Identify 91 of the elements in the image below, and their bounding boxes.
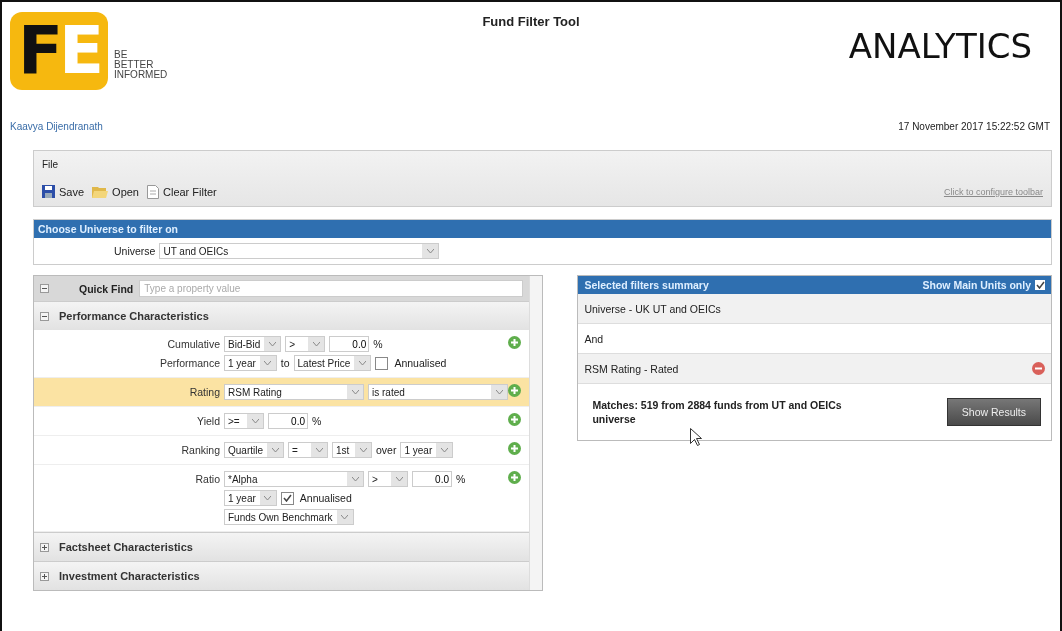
caret-icon bbox=[268, 342, 276, 346]
dropdown[interactable]: Latest Price bbox=[293, 355, 372, 371]
dropdown[interactable]: >= bbox=[224, 413, 264, 429]
unit-label: to bbox=[280, 357, 290, 369]
caret-icon bbox=[359, 448, 367, 452]
brand-name: ANALYTICS bbox=[848, 25, 1033, 66]
folder-icon bbox=[92, 185, 109, 198]
dropdown[interactable]: = bbox=[288, 442, 328, 458]
dropdown[interactable]: 1 year bbox=[224, 490, 277, 506]
show-results-button[interactable]: Show Results bbox=[946, 398, 1041, 426]
dropdown[interactable]: Bid-Bid bbox=[224, 336, 282, 352]
dropdown[interactable]: Quartile bbox=[224, 442, 284, 458]
remove-icon[interactable] bbox=[1032, 362, 1045, 375]
caret-icon bbox=[251, 419, 259, 423]
filter-label: Ranking bbox=[181, 444, 220, 456]
section-header[interactable]: Investment Characteristics bbox=[34, 561, 530, 590]
unit-label: over bbox=[376, 444, 397, 456]
menu-item[interactable]: File bbox=[42, 158, 59, 170]
caret-icon bbox=[351, 390, 359, 394]
add-icon[interactable] bbox=[508, 384, 522, 397]
section-header[interactable]: Performance Characteristics bbox=[34, 301, 530, 330]
caret-icon bbox=[264, 496, 272, 500]
field-label: Quick Find bbox=[79, 282, 134, 295]
toolbar-button[interactable]: Save bbox=[42, 185, 85, 198]
caret-icon bbox=[351, 477, 359, 481]
caret-icon bbox=[341, 515, 348, 519]
cursor-icon bbox=[690, 428, 703, 446]
summary-item: Universe - UK UT and OEICs bbox=[578, 294, 1051, 324]
caret-icon bbox=[271, 448, 279, 452]
dropdown[interactable]: is rated bbox=[368, 384, 508, 400]
toolbar-button[interactable]: Clear Filter bbox=[147, 184, 217, 199]
dropdown[interactable]: *Alpha bbox=[224, 471, 364, 487]
panel-title: Selected filters summary bbox=[584, 279, 709, 291]
checkbox-label: Annualised bbox=[394, 357, 447, 369]
tick-icon bbox=[1035, 281, 1045, 289]
field-label: Universe bbox=[114, 245, 156, 257]
filter-label: Yield bbox=[197, 415, 220, 427]
unit-label: % bbox=[373, 338, 383, 350]
filter-label: Rating bbox=[189, 386, 220, 398]
panel-header: Choose Universe to filter on bbox=[34, 220, 1051, 238]
tick-icon bbox=[282, 494, 292, 502]
caret-icon bbox=[426, 249, 434, 253]
quick-find-field[interactable]: Type a property value bbox=[139, 280, 524, 297]
checkbox[interactable] bbox=[1035, 280, 1045, 290]
checkbox[interactable] bbox=[280, 491, 294, 505]
caret-icon bbox=[495, 390, 503, 394]
tagline: BE BETTER INFORMED bbox=[114, 50, 168, 82]
unit-label: % bbox=[312, 415, 322, 427]
caret-icon bbox=[358, 361, 366, 365]
filter-label: Cumulative bbox=[167, 338, 220, 350]
dropdown[interactable]: 1st bbox=[332, 442, 372, 458]
section-header[interactable]: Factsheet Characteristics bbox=[34, 532, 530, 561]
dropdown[interactable]: RSM Rating bbox=[224, 384, 364, 400]
caret-icon bbox=[264, 361, 272, 365]
collapse-icon[interactable] bbox=[40, 311, 49, 321]
caret-icon bbox=[395, 477, 403, 481]
caret-icon bbox=[315, 448, 323, 452]
filter-label: Performance bbox=[159, 357, 220, 369]
checkbox-label: Annualised bbox=[299, 492, 352, 504]
dropdown[interactable]: 1 year bbox=[224, 355, 277, 371]
filter-label: Ratio bbox=[195, 473, 220, 485]
toolbar-button[interactable]: Open bbox=[92, 185, 139, 198]
add-icon[interactable] bbox=[508, 336, 522, 349]
number-field[interactable]: 0.0 bbox=[329, 336, 370, 352]
number-field[interactable]: 0.0 bbox=[268, 413, 308, 429]
dropdown[interactable]: > bbox=[368, 471, 408, 487]
expand-icon[interactable] bbox=[40, 571, 49, 581]
add-icon[interactable] bbox=[508, 442, 522, 455]
page-title: Fund Filter Tool bbox=[482, 13, 580, 29]
add-icon[interactable] bbox=[508, 413, 522, 426]
unit-label: % bbox=[456, 473, 466, 485]
document-icon bbox=[147, 184, 159, 199]
universe-dropdown[interactable]: UT and OEICs bbox=[159, 243, 440, 259]
dropdown[interactable]: 1 year bbox=[400, 442, 454, 458]
date-time: 17 November 2017 15:22:52 GMT bbox=[898, 120, 1051, 132]
matches-text: Matches: 519 from 2884 funds from UT and OEICs universe bbox=[592, 398, 843, 426]
scrollbar[interactable] bbox=[529, 276, 543, 590]
number-field[interactable]: 0.0 bbox=[412, 471, 452, 487]
dropdown[interactable]: > bbox=[285, 336, 326, 352]
collapse-icon[interactable] bbox=[40, 284, 49, 293]
caret-icon bbox=[312, 342, 320, 346]
summary-item: RSM Rating - Rated bbox=[578, 354, 1051, 384]
floppy-icon bbox=[42, 185, 55, 198]
checkbox-label: Show Main Units only bbox=[922, 279, 1031, 291]
user-link[interactable]: Kaavya Dijendranath bbox=[10, 120, 103, 132]
dropdown[interactable]: Funds Own Benchmark bbox=[224, 509, 354, 525]
expand-icon[interactable] bbox=[40, 542, 49, 552]
checkbox[interactable] bbox=[375, 356, 389, 370]
caret-icon bbox=[440, 448, 448, 452]
add-icon[interactable] bbox=[508, 471, 522, 484]
logo: FE bbox=[10, 12, 108, 90]
